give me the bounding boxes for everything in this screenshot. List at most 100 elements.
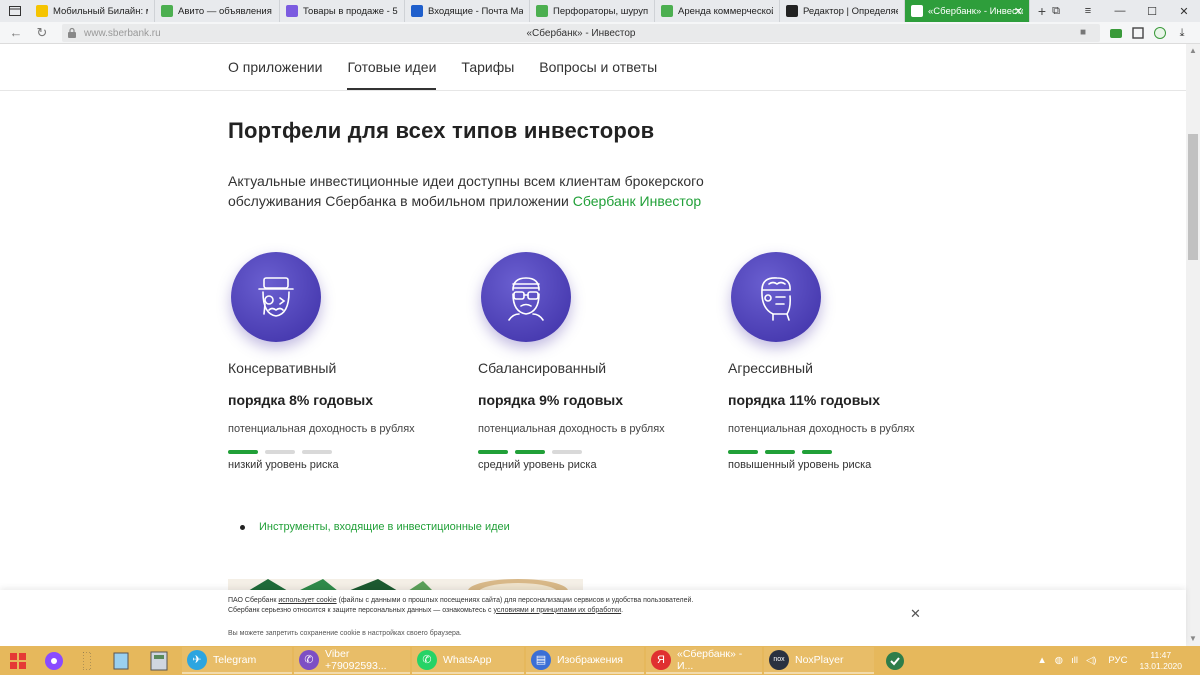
- taskbar-app[interactable]: nox NoxPlayer: [764, 647, 874, 674]
- instruments-link[interactable]: Инструменты, входящие в инвестиционные и…: [259, 521, 510, 533]
- taskbar-app[interactable]: ✈ Telegram: [182, 647, 292, 674]
- portfolio-yield: порядка 9% годовых: [478, 392, 624, 408]
- start-windows-icon[interactable]: [0, 646, 36, 675]
- browser-tab[interactable]: Аренда коммерческой не: [655, 0, 780, 22]
- browser-tab-bar: Мобильный Билайн: моб Авито — объявления …: [0, 0, 1200, 22]
- browser-tab[interactable]: Редактор | Определяем К: [780, 0, 905, 22]
- scroll-up-arrow-icon[interactable]: ▲: [1186, 44, 1200, 58]
- tab-favicon-icon: [286, 5, 298, 17]
- maximize-button[interactable]: ☐: [1136, 0, 1168, 22]
- tab-favicon-icon: [661, 5, 673, 17]
- risk-meter: [478, 450, 708, 454]
- risk-segment: [728, 450, 758, 454]
- browser-tab[interactable]: Перфораторы, шуруповер: [530, 0, 655, 22]
- taskbar-app[interactable]: ✆ WhatsApp: [412, 647, 524, 674]
- volume-icon[interactable]: ◁): [1086, 655, 1096, 666]
- risk-meter: [728, 450, 958, 454]
- risk-label: низкий уровень риска: [228, 459, 339, 471]
- yield-note: потенциальная доходность в рублях: [728, 423, 915, 435]
- taskbar-app[interactable]: Я «Сбербанк» - И...: [646, 647, 762, 674]
- cookie-text-start: ПАО Сбербанк: [228, 597, 277, 604]
- aggressive-investor-icon: [731, 252, 821, 342]
- risk-segment: [802, 450, 832, 454]
- yield-note: потенциальная доходность в рублях: [228, 423, 415, 435]
- tab-favicon-icon: [411, 5, 423, 17]
- tab-title: Перфораторы, шуруповер: [553, 5, 648, 17]
- nav-ready-ideas[interactable]: Готовые идеи: [347, 44, 436, 90]
- clock-time: 11:47: [1150, 649, 1172, 660]
- page-headline: Портфели для всех типов инвесторов: [228, 118, 655, 143]
- risk-segment: [228, 450, 258, 454]
- network-icon[interactable]: ◍: [1055, 655, 1063, 666]
- alice-assistant-icon[interactable]: [36, 646, 72, 675]
- risk-meter: [228, 450, 458, 454]
- browser-tab[interactable]: Мобильный Билайн: моб: [30, 0, 155, 22]
- task-view-icon[interactable]: [72, 646, 102, 675]
- risk-segment: [765, 450, 795, 454]
- update-shield-icon[interactable]: [876, 646, 914, 675]
- portfolio-yield: порядка 8% годовых: [228, 392, 374, 408]
- download-icon[interactable]: ⤓: [1174, 25, 1190, 41]
- notebook-app-icon[interactable]: [102, 646, 140, 675]
- balanced-investor-icon: [481, 252, 571, 342]
- download-history-icon[interactable]: ⧉: [1040, 0, 1072, 22]
- address-bar-row: ← ↻ www.sberbank.ru «Сбербанк» - Инвесто…: [0, 22, 1200, 44]
- taskbar-app-icon: ✆: [417, 649, 437, 670]
- extension-translate-icon[interactable]: [1152, 25, 1168, 41]
- tab-favicon-icon: [786, 5, 798, 17]
- cookie-terms-link[interactable]: условиями и принципами их обработки: [494, 607, 622, 614]
- signal-icon[interactable]: ıll: [1071, 655, 1078, 666]
- browser-tab[interactable]: «Сбербанк» - Инвестор ✕: [905, 0, 1030, 22]
- tabs-menu-icon[interactable]: [0, 0, 30, 22]
- address-field[interactable]: www.sberbank.ru «Сбербанк» - Инвестор ■: [62, 24, 1100, 42]
- extension-lock-icon[interactable]: [1130, 25, 1146, 41]
- sber-investor-link[interactable]: Сбербанк Инвестор: [573, 193, 701, 209]
- risk-segment: [478, 450, 508, 454]
- cookie-text: ПАО Сбербанк использует cookie (файлы с …: [228, 597, 694, 614]
- tab-title: Редактор | Определяем К: [803, 5, 898, 17]
- scroll-down-arrow-icon[interactable]: ▼: [1186, 632, 1200, 646]
- nav-about[interactable]: О приложении: [228, 44, 322, 90]
- taskbar-app[interactable]: ▤ Изображения: [526, 647, 644, 674]
- close-window-button[interactable]: ✕: [1168, 0, 1200, 22]
- browser-menu-icon[interactable]: ≡: [1072, 0, 1104, 22]
- portfolio-yield: порядка 11% годовых: [728, 392, 881, 408]
- nav-faq[interactable]: Вопросы и ответы: [539, 44, 657, 90]
- tab-title: Аренда коммерческой не: [678, 5, 773, 17]
- browser-tab[interactable]: Входящие - Почта Mail.ru: [405, 0, 530, 22]
- page-scrollbar[interactable]: ▲ ▼: [1186, 44, 1200, 646]
- bullet: [240, 524, 245, 530]
- nav-tariffs[interactable]: Тарифы: [461, 44, 514, 90]
- browser-tab[interactable]: Товары в продаже - 5b0f: [280, 0, 405, 22]
- minimize-button[interactable]: —: [1104, 0, 1136, 22]
- close-tab-icon[interactable]: ✕: [1014, 5, 1023, 18]
- cookie-banner: ПАО Сбербанк использует cookie (файлы с …: [0, 590, 1186, 646]
- portfolio-card-aggressive: Агрессивный порядка 11% годовых потенциа…: [728, 252, 958, 471]
- lead-paragraph: Актуальные инвестиционные идеи доступны …: [228, 171, 718, 211]
- browser-tab[interactable]: Авито — объявления в Ст: [155, 0, 280, 22]
- taskbar-app-label: Изображения: [557, 653, 623, 666]
- tab-title: Товары в продаже - 5b0f: [303, 5, 398, 17]
- risk-label: средний уровень риска: [478, 459, 597, 471]
- risk-segment: [552, 450, 582, 454]
- tab-title: Входящие - Почта Mail.ru: [428, 5, 523, 17]
- page-nav: О приложении Готовые идеи Тарифы Вопросы…: [228, 44, 657, 90]
- cookie-close-icon[interactable]: ✕: [910, 606, 921, 622]
- calculator-app-icon[interactable]: [140, 646, 178, 675]
- taskbar-app-label: WhatsApp: [443, 653, 492, 666]
- taskbar-app-label: Viber +79092593...: [325, 647, 387, 672]
- cookie-note: Вы можете запретить сохранение cookie в …: [228, 630, 462, 637]
- tab-title: Авито — объявления в Ст: [178, 5, 273, 17]
- cookie-uses-link[interactable]: использует cookie: [278, 597, 336, 604]
- language-indicator[interactable]: РУС: [1108, 655, 1127, 666]
- bookmark-icon[interactable]: ■: [1080, 27, 1086, 38]
- back-arrow-icon[interactable]: ←: [6, 25, 26, 40]
- extension-shield-icon[interactable]: [1108, 25, 1124, 41]
- show-hidden-icons-icon[interactable]: ▲: [1037, 655, 1046, 666]
- yield-note: потенциальная доходность в рублях: [478, 423, 665, 435]
- clock[interactable]: 11:47 13.01.2020: [1139, 650, 1182, 672]
- taskbar-app[interactable]: ✆ Viber +79092593...: [294, 647, 410, 674]
- scroll-thumb[interactable]: [1188, 134, 1198, 260]
- reload-icon[interactable]: ↻: [32, 25, 52, 41]
- tab-favicon-icon: [911, 5, 923, 17]
